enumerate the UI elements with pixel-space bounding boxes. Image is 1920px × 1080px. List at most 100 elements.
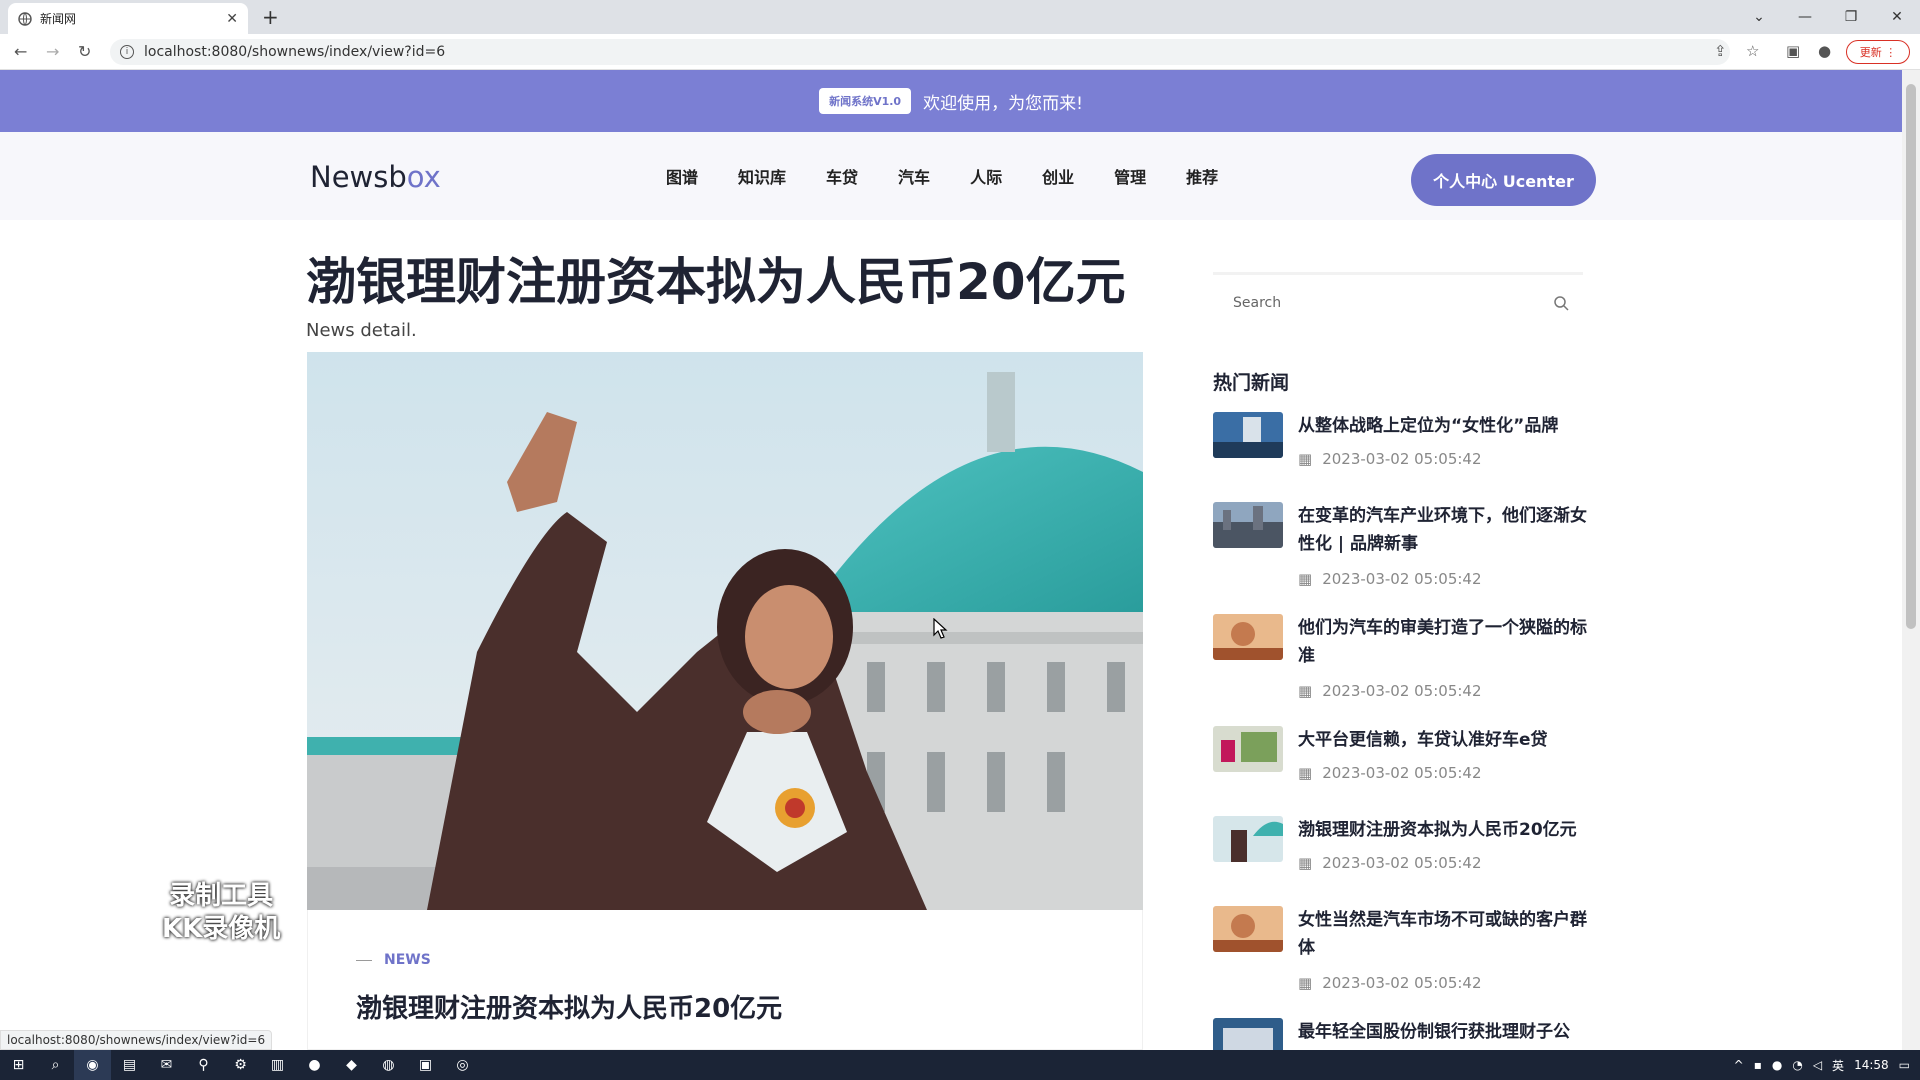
hot-news-date: ▦ 2023-03-02 05:05:42 [1298, 570, 1482, 588]
hot-news-title-text[interactable]: 女性当然是汽车市场不可或缺的客户群体 [1298, 906, 1598, 962]
start-icon[interactable]: ⊞ [0, 1050, 37, 1080]
file-explorer-icon[interactable]: ▤ [111, 1050, 148, 1080]
new-tab-icon[interactable]: + [262, 5, 279, 29]
hot-news-title-text[interactable]: 最年轻全国股份制银行获批理财子公 [1298, 1018, 1598, 1046]
windows-taskbar: ⊞ ⌕ ◉ ▤ ✉ ⚲ ⚙ ▥ ● ◆ ◍ ▣ ◎ ^ ▪ ● ◔ ◁ 英 14… [0, 1050, 1920, 1080]
site-info-icon[interactable]: i [120, 45, 134, 59]
search-box[interactable]: Search [1213, 272, 1583, 330]
notepad-icon[interactable]: ▥ [259, 1050, 296, 1080]
calendar-icon: ▦ [1298, 854, 1313, 872]
tray-chevron-icon[interactable]: ^ [1734, 1058, 1744, 1072]
profile-icon[interactable]: ● [1818, 42, 1831, 60]
ucenter-button[interactable]: 个人中心 Ucenter [1411, 154, 1596, 206]
hot-news-date: ▦ 2023-03-02 05:05:42 [1298, 974, 1482, 992]
hot-news-item[interactable]: 最年轻全国股份制银行获批理财子公 [1213, 1018, 1603, 1050]
forward-icon[interactable]: → [46, 42, 59, 61]
calendar-icon: ▦ [1298, 570, 1313, 588]
reload-icon[interactable]: ↻ [78, 42, 91, 61]
settings-icon[interactable]: ⚙ [222, 1050, 259, 1080]
nav-item-guanli[interactable]: 管理 [1114, 164, 1146, 188]
tray-volume-icon[interactable]: ◁ [1813, 1058, 1822, 1072]
update-label: 更新 [1859, 46, 1882, 59]
news-thumbnail [1213, 502, 1283, 548]
share-icon[interactable]: ⇪ [1714, 42, 1727, 60]
calendar-icon: ▦ [1298, 682, 1313, 700]
tab-title: 新闻网 [40, 12, 77, 26]
scrollbar-thumb[interactable] [1906, 84, 1916, 629]
news-tag-label: NEWS [384, 952, 431, 968]
globe-icon [18, 11, 32, 26]
update-button[interactable]: 更新 ⋮ [1846, 40, 1910, 64]
date-text: 2023-03-02 05:05:42 [1322, 450, 1482, 468]
nav-item-chuangye[interactable]: 创业 [1042, 164, 1074, 188]
ime-indicator[interactable]: 英 [1832, 1057, 1844, 1074]
date-text: 2023-03-02 05:05:42 [1322, 570, 1482, 588]
news-thumbnail [1213, 726, 1283, 772]
watermark-line1: 录制工具 [169, 881, 274, 911]
nav-item-tupu[interactable]: 图谱 [666, 164, 698, 188]
hot-news-date: ▦ 2023-03-02 05:05:42 [1298, 450, 1482, 468]
main-nav: 图谱 知识库 车贷 汽车 人际 创业 管理 推荐 [666, 132, 1258, 220]
nav-item-renji[interactable]: 人际 [970, 164, 1002, 188]
close-window-icon[interactable]: ✕ [1874, 9, 1920, 25]
hot-news-date: ▦ 2023-03-02 05:05:42 [1298, 854, 1482, 872]
hot-news-date: ▦ 2023-03-02 05:05:42 [1298, 764, 1482, 782]
side-panel-icon[interactable]: ▣ [1786, 42, 1800, 60]
news-thumbnail [1213, 614, 1283, 660]
hot-news-title-text[interactable]: 在变革的汽车产业环境下，他们逐渐女性化 | 品牌新事 [1298, 502, 1598, 558]
logo-text: News [310, 160, 389, 194]
site-logo[interactable]: Newsbox [310, 160, 441, 194]
nav-item-chedai[interactable]: 车贷 [826, 164, 858, 188]
news-tag: NEWS [356, 952, 431, 968]
url-text: localhost:8080/shownews/index/view?id=6 [144, 44, 446, 60]
logo-text-accent: ox [406, 160, 441, 194]
bookmark-star-icon[interactable]: ☆ [1746, 42, 1759, 60]
search-icon[interactable] [1553, 295, 1569, 315]
search-tool-icon[interactable]: ⚲ [185, 1050, 222, 1080]
hot-news-date: ▦ 2023-03-02 05:05:42 [1298, 682, 1482, 700]
hot-news-title-text[interactable]: 他们为汽车的审美打造了一个狭隘的标准 [1298, 614, 1598, 670]
url-field[interactable]: i localhost:8080/shownews/index/view?id=… [110, 39, 1730, 65]
date-text: 2023-03-02 05:05:42 [1322, 764, 1482, 782]
tab-search-icon[interactable]: ⌄ [1736, 9, 1782, 25]
restore-icon[interactable]: ❐ [1828, 9, 1874, 25]
logo-text-b: b [388, 160, 407, 194]
browser-tab-bar: 新闻网 ✕ + ⌄ — ❐ ✕ [0, 0, 1920, 34]
wechat-icon[interactable]: ✉ [148, 1050, 185, 1080]
tray-wechat-icon[interactable]: ● [1772, 1058, 1782, 1072]
browser-status-url: localhost:8080/shownews/index/view?id=6 [0, 1030, 273, 1050]
article-subtitle: News detail. [306, 320, 417, 341]
minimize-icon[interactable]: — [1782, 9, 1828, 25]
tray-network-icon[interactable]: ◔ [1792, 1058, 1802, 1072]
page-scrollbar[interactable] [1902, 70, 1920, 1050]
app-orange-icon[interactable]: ◍ [370, 1050, 407, 1080]
hot-news-title-text[interactable]: 大平台更信赖，车贷认准好车e贷 [1298, 726, 1598, 754]
hot-news-title-text[interactable]: 渤银理财注册资本拟为人民币20亿元 [1298, 816, 1598, 844]
article-hero-image [307, 352, 1143, 910]
window-controls: ⌄ — ❐ ✕ [1736, 0, 1920, 34]
article-title: 渤银理财注册资本拟为人民币20亿元 [306, 253, 1126, 311]
search-taskbar-icon[interactable]: ⌕ [37, 1050, 74, 1080]
app-green-icon[interactable]: ● [296, 1050, 333, 1080]
tray-app-icon[interactable]: ▪ [1754, 1058, 1762, 1072]
hot-news-title: 热门新闻 [1213, 372, 1290, 394]
tab-close-icon[interactable]: ✕ [226, 11, 238, 27]
chrome-icon[interactable]: ◉ [74, 1050, 111, 1080]
app-network-icon[interactable]: ◎ [444, 1050, 481, 1080]
news-thumbnail [1213, 816, 1283, 862]
site-header: Newsbox 图谱 知识库 车贷 汽车 人际 创业 管理 推荐 个人中心 Uc… [0, 132, 1902, 220]
nav-item-zhishiku[interactable]: 知识库 [738, 164, 786, 188]
nav-item-tuijian[interactable]: 推荐 [1186, 164, 1218, 188]
news-thumbnail [1213, 906, 1283, 952]
browser-tab[interactable]: 新闻网 ✕ [8, 3, 248, 34]
news-thumbnail [1213, 412, 1283, 458]
hot-news-title-text[interactable]: 从整体战略上定位为“女性化”品牌 [1298, 412, 1598, 440]
calendar-icon: ▦ [1298, 974, 1313, 992]
app-editor-icon[interactable]: ◆ [333, 1050, 370, 1080]
clock[interactable]: 14:58 [1854, 1058, 1889, 1072]
back-icon[interactable]: ← [14, 42, 27, 61]
search-input[interactable]: Search [1233, 295, 1281, 311]
notification-icon[interactable]: ▭ [1899, 1058, 1910, 1072]
app-blue-icon[interactable]: ▣ [407, 1050, 444, 1080]
nav-item-qiche[interactable]: 汽车 [898, 164, 930, 188]
